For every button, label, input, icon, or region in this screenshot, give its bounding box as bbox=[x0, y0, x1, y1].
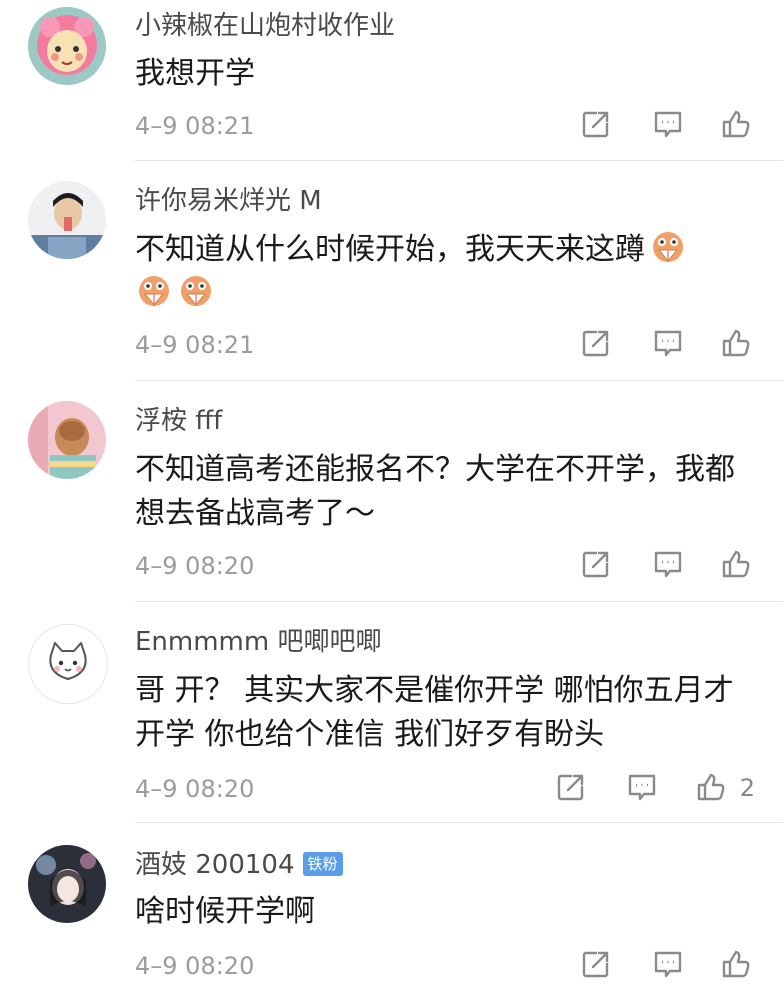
comment-bubble-icon[interactable] bbox=[652, 108, 684, 140]
comment-text: 不知道从什么时候开始，我天天来这蹲 bbox=[135, 228, 755, 316]
username[interactable]: 许你易米烊光 M bbox=[135, 185, 322, 217]
comment-text: 哥 开？ 其实大家不是催你开学 哪怕你五月才开学 你也给个准信 我们好歹有盼头 bbox=[135, 673, 734, 752]
avatar-photo bbox=[28, 181, 106, 259]
comment-text-body: 不知道从什么时候开始，我天天来这蹲 bbox=[135, 232, 645, 267]
avatar-photo bbox=[28, 845, 106, 923]
comment-item: 小辣椒在山炮村收作业 我想开学 4–9 08:21 bbox=[0, 0, 783, 161]
doge-fan-emoji bbox=[177, 272, 215, 310]
comment-bubble-icon[interactable] bbox=[626, 771, 658, 803]
comment-item: Enmmmm 吧唧吧唧 哥 开？ 其实大家不是催你开学 哪怕你五月才开学 你也给… bbox=[0, 602, 783, 823]
comment-text: 啥时候开学啊 bbox=[135, 894, 315, 929]
thumbs-up-icon[interactable] bbox=[720, 327, 752, 359]
white-cat-cartoon-icon bbox=[29, 625, 107, 703]
avatar[interactable] bbox=[28, 181, 106, 259]
share-box-icon[interactable] bbox=[555, 771, 587, 803]
comment-bubble-icon[interactable] bbox=[652, 948, 684, 980]
timestamp: 4–9 08:20 bbox=[135, 952, 255, 980]
comment-text: 我想开学 bbox=[135, 56, 255, 91]
comment-meta: 4–9 08:20 bbox=[135, 948, 783, 984]
share-box-icon[interactable] bbox=[580, 548, 612, 580]
avatar-photo bbox=[28, 401, 106, 479]
thumbs-up-icon[interactable] bbox=[695, 771, 727, 803]
comment-meta: 4–9 08:21 bbox=[135, 327, 783, 363]
doge-fan-emoji bbox=[135, 272, 173, 310]
thumbs-up-icon[interactable] bbox=[720, 108, 752, 140]
like-count: 2 bbox=[739, 774, 755, 802]
doge-fan-emoji bbox=[649, 228, 687, 266]
avatar-illustration bbox=[28, 7, 106, 85]
comment-feed: 小辣椒在山炮村收作业 我想开学 4–9 08:21 许你易米烊光 M 不知道从什… bbox=[0, 0, 783, 1000]
comment-meta: 4–9 08:21 bbox=[135, 108, 783, 144]
username-text[interactable]: 酒妓 200104 bbox=[135, 850, 295, 880]
username: 酒妓 200104 铁粉 bbox=[135, 849, 343, 881]
avatar[interactable] bbox=[28, 845, 106, 923]
avatar[interactable] bbox=[28, 401, 106, 479]
timestamp: 4–9 08:21 bbox=[135, 331, 255, 359]
timestamp: 4–9 08:21 bbox=[135, 112, 255, 140]
avatar[interactable] bbox=[28, 7, 106, 85]
comment-bubble-icon[interactable] bbox=[652, 327, 684, 359]
timestamp: 4–9 08:20 bbox=[135, 552, 255, 580]
avatar[interactable] bbox=[28, 624, 108, 704]
username[interactable]: Enmmmm 吧唧吧唧 bbox=[135, 626, 381, 658]
comment-item: 酒妓 200104 铁粉 啥时候开学啊 4–9 08:20 bbox=[0, 823, 783, 1000]
comment-item: 浮桉 fff 不知道高考还能报名不？大学在不开学，我都想去备战高考了～ 4–9 … bbox=[0, 381, 783, 602]
comment-meta: 4–9 08:20 bbox=[135, 548, 783, 584]
username[interactable]: 浮桉 fff bbox=[135, 405, 222, 437]
comment-meta: 4–9 08:20 2 bbox=[135, 771, 783, 807]
username[interactable]: 小辣椒在山炮村收作业 bbox=[135, 10, 395, 42]
thumbs-up-icon[interactable] bbox=[720, 548, 752, 580]
comment-bubble-icon[interactable] bbox=[652, 548, 684, 580]
timestamp: 4–9 08:20 bbox=[135, 775, 255, 803]
share-box-icon[interactable] bbox=[580, 948, 612, 980]
share-box-icon[interactable] bbox=[580, 108, 612, 140]
comment-item: 许你易米烊光 M 不知道从什么时候开始，我天天来这蹲 4–9 08:21 bbox=[0, 161, 783, 381]
thumbs-up-icon[interactable] bbox=[720, 948, 752, 980]
fan-badge: 铁粉 bbox=[302, 852, 343, 876]
share-box-icon[interactable] bbox=[580, 327, 612, 359]
comment-text: 不知道高考还能报名不？大学在不开学，我都想去备战高考了～ bbox=[135, 452, 735, 531]
